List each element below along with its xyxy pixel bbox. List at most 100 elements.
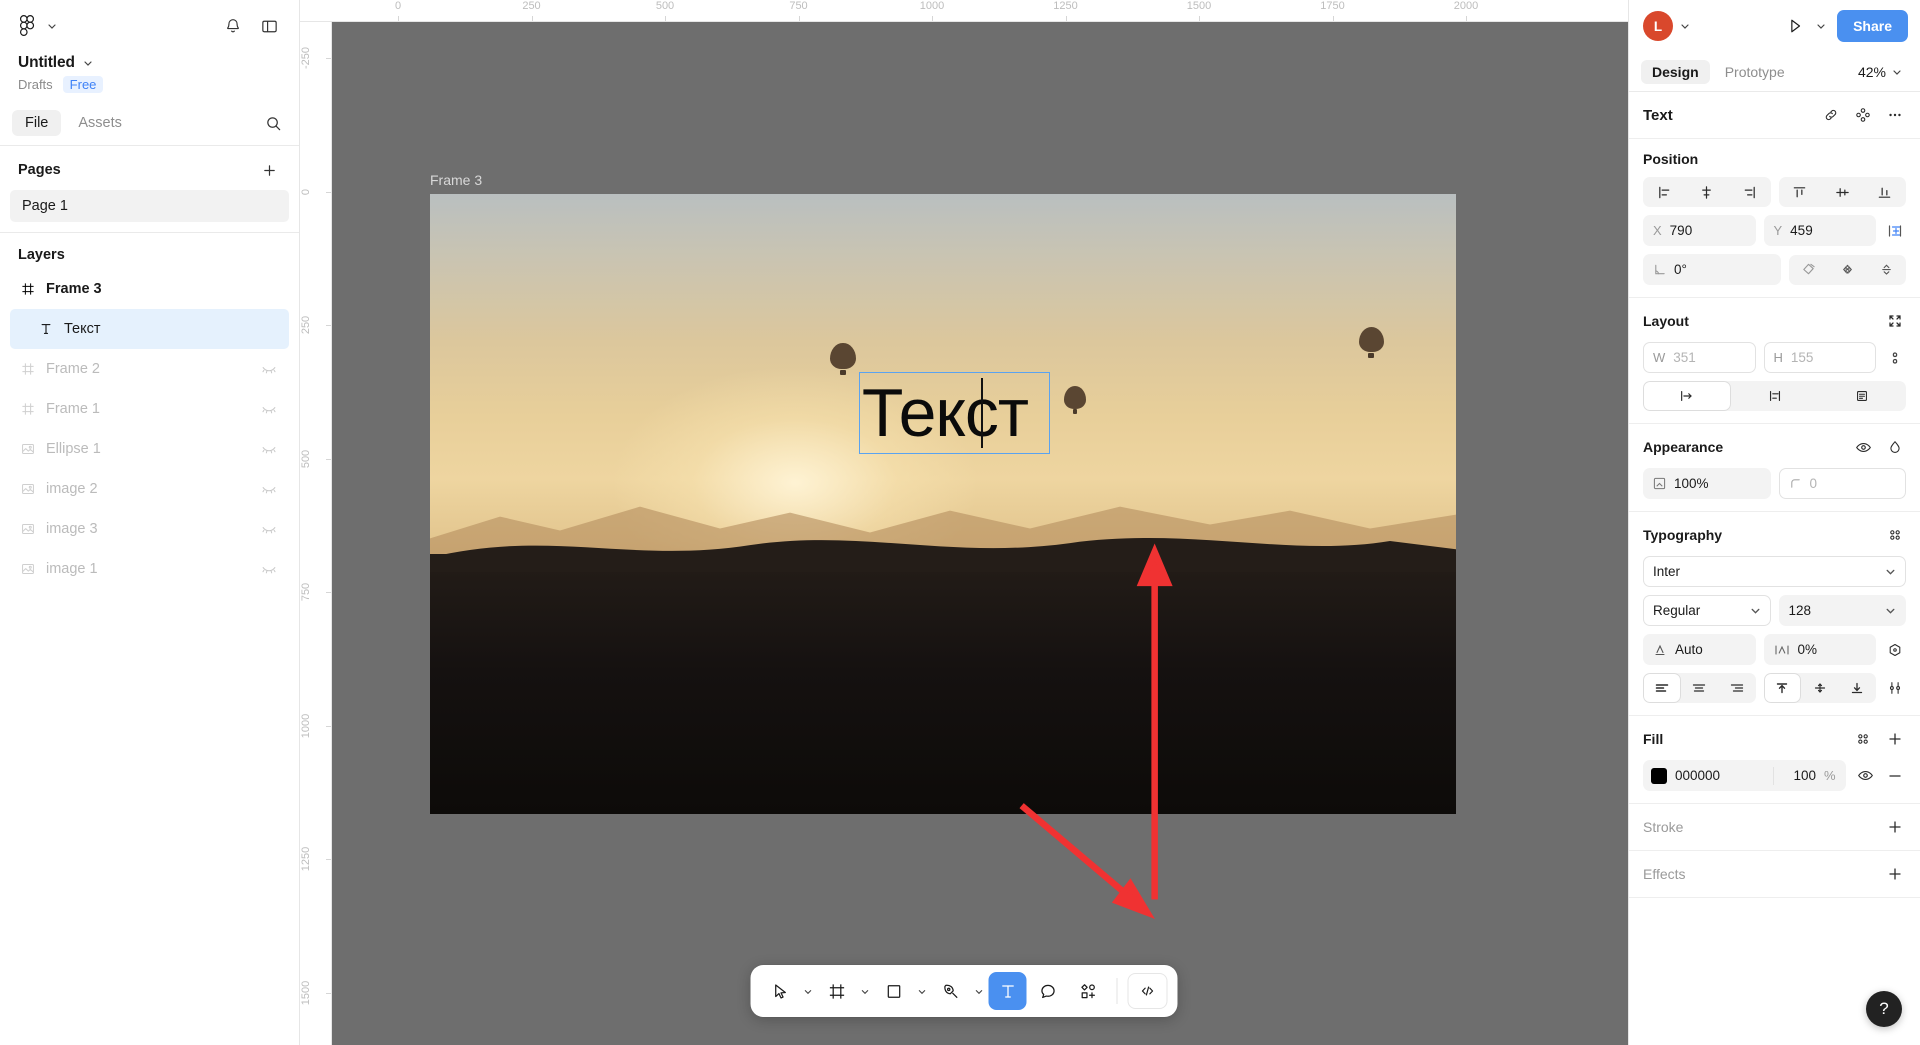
tab-assets[interactable]: Assets xyxy=(65,110,135,136)
x-field[interactable]: X 790 xyxy=(1643,215,1756,246)
layer-row[interactable]: image 3 xyxy=(10,509,289,549)
corner-radius-field[interactable]: 0 xyxy=(1778,468,1906,499)
eye-off-icon[interactable] xyxy=(259,559,279,579)
text-T-icon[interactable] xyxy=(988,972,1027,1010)
type-variable-icon[interactable] xyxy=(1884,639,1906,661)
bell-icon[interactable] xyxy=(219,12,247,40)
plus-icon[interactable] xyxy=(1884,863,1906,885)
align-vertical-center-icon[interactable] xyxy=(1821,177,1864,207)
chevron-down-icon[interactable] xyxy=(1891,66,1903,78)
type-settings-icon[interactable] xyxy=(1884,524,1906,546)
font-family-field[interactable]: Inter xyxy=(1643,556,1906,587)
eye-icon[interactable] xyxy=(1854,765,1876,787)
file-location[interactable]: Drafts xyxy=(18,77,53,92)
canvas-viewport[interactable]: Frame 3 Текст xyxy=(332,22,1628,1045)
eye-off-icon[interactable] xyxy=(259,359,279,379)
flip-vertical-icon[interactable] xyxy=(1867,255,1906,285)
tab-file[interactable]: File xyxy=(12,110,62,136)
font-size-field[interactable]: 128 xyxy=(1778,595,1906,626)
plus-icon[interactable] xyxy=(257,158,281,182)
rotation-field[interactable]: 0° xyxy=(1643,254,1781,285)
eye-off-icon[interactable] xyxy=(259,479,279,499)
opacity-field[interactable]: 100% xyxy=(1643,468,1771,499)
plus-icon[interactable] xyxy=(1884,728,1906,750)
fixed-size-icon[interactable] xyxy=(1818,381,1906,411)
lock-aspect-ratio-icon[interactable] xyxy=(1884,347,1906,369)
file-title-row[interactable]: Untitled xyxy=(18,54,281,72)
font-style-field[interactable]: Regular xyxy=(1643,595,1771,626)
h-field[interactable]: H 155 xyxy=(1763,342,1876,373)
constraints-icon[interactable] xyxy=(1884,220,1906,242)
component-icon[interactable] xyxy=(1852,104,1874,126)
chevron-down-icon[interactable] xyxy=(1885,566,1896,577)
layer-row[interactable]: Текст xyxy=(10,309,289,349)
chevron-down-icon[interactable] xyxy=(971,972,987,1010)
auto-width-icon[interactable] xyxy=(1643,381,1731,411)
text-align-top-icon[interactable] xyxy=(1763,673,1801,703)
y-field[interactable]: Y 459 xyxy=(1763,215,1876,246)
avatar[interactable]: L xyxy=(1643,11,1673,41)
pen-icon[interactable] xyxy=(932,972,970,1010)
tab-design[interactable]: Design xyxy=(1641,59,1710,84)
align-horizontal-center-icon[interactable] xyxy=(1686,177,1729,207)
chevron-down-icon[interactable] xyxy=(1885,605,1896,616)
canvas-region[interactable]: 0 250 500 750 1000 1250 1500 1750 2000 -250 0 250 5… xyxy=(300,0,1628,1045)
eye-off-icon[interactable] xyxy=(259,399,279,419)
comment-icon[interactable] xyxy=(1029,972,1067,1010)
align-left-icon[interactable] xyxy=(1643,177,1686,207)
artboard-frame-3[interactable]: Текст xyxy=(430,194,1456,814)
chevron-down-icon[interactable] xyxy=(800,972,816,1010)
line-height-field[interactable]: Auto xyxy=(1643,634,1756,665)
share-button[interactable]: Share xyxy=(1837,10,1908,42)
square-icon[interactable] xyxy=(875,972,913,1010)
text-align-left-icon[interactable] xyxy=(1643,673,1681,703)
more-icon[interactable] xyxy=(1884,104,1906,126)
help-button[interactable]: ? xyxy=(1866,991,1902,1027)
layer-row[interactable]: Frame 1 xyxy=(10,389,289,429)
blend-mode-icon[interactable] xyxy=(1884,436,1906,458)
styles-icon[interactable] xyxy=(1852,728,1874,750)
play-icon[interactable] xyxy=(1781,12,1809,40)
plus-icon[interactable] xyxy=(1884,816,1906,838)
letter-spacing-field[interactable]: 0% xyxy=(1763,634,1876,665)
plugins-icon[interactable] xyxy=(1069,972,1107,1010)
align-right-icon[interactable] xyxy=(1728,177,1771,207)
chevron-down-icon[interactable] xyxy=(82,57,94,69)
type-details-icon[interactable] xyxy=(1884,677,1906,699)
code-icon[interactable] xyxy=(1127,973,1168,1009)
zoom-control[interactable]: 42% xyxy=(1853,61,1908,83)
layer-row[interactable]: Ellipse 1 xyxy=(10,429,289,469)
layer-row[interactable]: Frame 2 xyxy=(10,349,289,389)
chevron-down-icon[interactable] xyxy=(857,972,873,1010)
eye-off-icon[interactable] xyxy=(259,439,279,459)
eye-icon[interactable] xyxy=(1852,436,1874,458)
chevron-down-icon[interactable] xyxy=(914,972,930,1010)
color-swatch[interactable] xyxy=(1651,767,1667,784)
flip-horizontal-icon[interactable] xyxy=(1828,255,1867,285)
tab-prototype[interactable]: Prototype xyxy=(1714,60,1796,84)
auto-height-icon[interactable] xyxy=(1731,381,1819,411)
chevron-down-icon[interactable] xyxy=(1815,20,1827,32)
chevron-down-icon[interactable] xyxy=(1750,605,1761,616)
text-align-center-icon[interactable] xyxy=(1681,673,1719,703)
text-element-selection[interactable]: Текст xyxy=(858,371,1050,454)
chevron-down-icon[interactable] xyxy=(1679,20,1691,32)
layer-row[interactable]: image 1 xyxy=(10,549,289,589)
text-align-bottom-icon[interactable] xyxy=(1839,673,1877,703)
search-icon[interactable] xyxy=(259,109,287,137)
text-align-right-icon[interactable] xyxy=(1718,673,1756,703)
resize-to-fit-icon[interactable] xyxy=(1884,310,1906,332)
w-field[interactable]: W 351 xyxy=(1643,342,1756,373)
align-top-icon[interactable] xyxy=(1779,177,1822,207)
sidebar-toggle-icon[interactable] xyxy=(255,12,283,40)
fill-color-field[interactable]: 000000 100 % xyxy=(1643,760,1846,791)
align-bottom-icon[interactable] xyxy=(1864,177,1907,207)
figma-logo-icon[interactable] xyxy=(16,15,38,37)
frame-icon[interactable] xyxy=(818,972,856,1010)
eye-off-icon[interactable] xyxy=(259,519,279,539)
corner-radius-icon[interactable] xyxy=(1789,255,1828,285)
frame-label[interactable]: Frame 3 xyxy=(430,172,482,188)
link-icon[interactable] xyxy=(1820,104,1842,126)
page-item-page-1[interactable]: Page 1 xyxy=(10,190,289,222)
text-align-middle-icon[interactable] xyxy=(1801,673,1839,703)
